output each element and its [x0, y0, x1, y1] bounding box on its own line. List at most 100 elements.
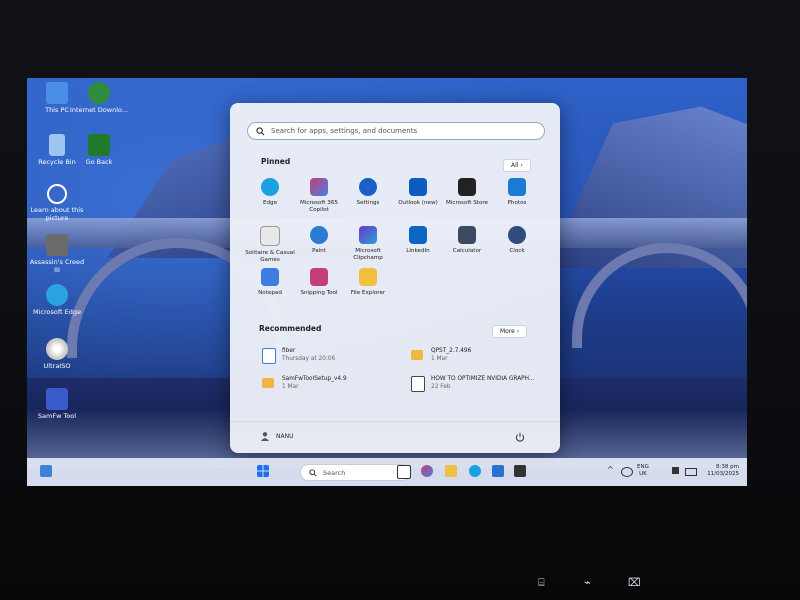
pinned-app-label: File Explorer [350, 290, 386, 296]
assassins-creed-icon [46, 234, 68, 256]
pinned-app-snipping-tool[interactable]: Snipping Tool [294, 268, 344, 297]
battery-icon[interactable] [685, 468, 697, 476]
clock-date[interactable]: 8:38 pm 11/03/2025 [703, 464, 739, 478]
pinned-app-file-explorer[interactable]: File Explorer [343, 268, 393, 297]
photos-icon [508, 178, 526, 196]
file-explorer-icon [359, 268, 377, 286]
keyboard-key-icon: ⌁ [584, 576, 591, 589]
recommended-item[interactable]: QPST_2.7.496 1 Mar [411, 348, 551, 363]
pinned-app-label: Paint [312, 248, 326, 254]
pinned-app-label: Outlook (new) [398, 200, 438, 206]
pinned-app-photos[interactable]: Photos [492, 178, 542, 207]
start-menu-footer: NANU [230, 421, 560, 454]
language-indicator[interactable]: ENG UK [637, 464, 649, 478]
recommended-item-name: QPST_2.7.496 [431, 348, 472, 354]
outlook-icon [409, 178, 427, 196]
pinned-app-store[interactable]: Microsoft Store [442, 178, 492, 207]
pinned-app-linkedin[interactable]: LinkedIn [393, 226, 443, 255]
pinned-app-label: Snipping Tool [300, 290, 338, 296]
linkedin-icon [409, 226, 427, 244]
this-pc-icon [46, 82, 68, 104]
samfw-tool-icon [46, 388, 68, 410]
recommended-item-name: fiber [282, 348, 296, 354]
chevron-up-icon[interactable]: ^ [607, 466, 614, 474]
search-icon [309, 468, 317, 477]
clipchamp-icon [359, 226, 377, 244]
solitaire-icon [260, 226, 280, 246]
start-menu: Search for apps, settings, and documents… [230, 103, 560, 453]
taskbar: Search ^ ENG UK 8:38 pm 11/03/2025 [27, 458, 747, 486]
user-account-button[interactable]: NANU [260, 431, 293, 441]
desktop-icon-microsoft-edge[interactable]: Microsoft Edge [27, 284, 87, 316]
file-explorer-icon[interactable] [445, 465, 457, 477]
pinned-app-label: Microsoft 365 Copilot [300, 200, 338, 213]
recommended-item-time: 1 Mar [431, 355, 448, 362]
pinned-app-label: Clock [509, 248, 525, 254]
recommended-item[interactable]: SamFwToolSetup_v4.9 1 Mar [262, 376, 407, 391]
taskbar-search-input[interactable]: Search [300, 464, 410, 481]
terminal-icon[interactable] [514, 465, 526, 477]
learn-about-picture-icon [47, 184, 67, 204]
all-apps-button[interactable]: All › [503, 159, 531, 172]
clock-time: 8:38 pm [716, 464, 739, 470]
settings-gear-icon [359, 178, 377, 196]
pinned-app-outlook[interactable]: Outlook (new) [393, 178, 443, 207]
edge-icon [46, 284, 68, 306]
pinned-app-label: LinkedIn [406, 248, 430, 254]
calculator-icon [458, 226, 476, 244]
pinned-app-label: Solitaire & Casual Games [245, 250, 295, 263]
recommended-item-name: SamFwToolSetup_v4.9 [282, 376, 347, 382]
pinned-app-label: Settings [356, 200, 380, 206]
desktop-icon-assassins-creed[interactable]: Assassin's Creed III [27, 234, 87, 274]
keyboard-key-icon: ⌧ [628, 576, 641, 589]
recommended-item[interactable]: fiber Thursday at 20:06 [262, 348, 402, 364]
copilot-icon[interactable] [421, 465, 433, 477]
desktop-icon-ultraiso[interactable]: UltraISO [27, 338, 87, 370]
pinned-app-notepad[interactable]: Notepad [245, 268, 295, 297]
pinned-app-clock[interactable]: Clock [492, 226, 542, 255]
pinned-app-edge[interactable]: Edge [245, 178, 295, 207]
desktop-icon-samfw-tool[interactable]: SamFw Tool [27, 388, 87, 420]
document-icon [262, 348, 276, 364]
copilot-icon [310, 178, 328, 196]
pinned-app-paint[interactable]: Paint [294, 226, 344, 255]
pinned-app-label: Notepad [258, 290, 282, 296]
desktop-icon-learn-about-picture[interactable]: Learn about this picture [27, 184, 87, 222]
recommended-item-time: 22 Feb [431, 383, 451, 390]
internet-download-manager-icon [88, 82, 110, 104]
folder-icon [262, 378, 274, 388]
desktop-icon-go-back[interactable]: Go Back [69, 134, 129, 166]
task-view-icon[interactable] [397, 465, 411, 479]
edge-icon[interactable] [469, 465, 481, 477]
pinned-app-settings[interactable]: Settings [343, 178, 393, 207]
pinned-app-copilot[interactable]: Microsoft 365 Copilot [294, 178, 344, 214]
store-icon[interactable] [492, 465, 504, 477]
desktop-icon-label: Assassin's Creed III [29, 258, 85, 274]
desktop-icon-label: SamFw Tool [37, 412, 77, 420]
go-back-icon [88, 134, 110, 156]
desktop-icon-internet-download-manager[interactable]: Internet Downlo... [69, 82, 129, 114]
snipping-tool-icon [310, 268, 328, 286]
paint-icon [310, 226, 328, 244]
start-search-placeholder: Search for apps, settings, and documents [271, 127, 418, 135]
desktop-icon-label: Microsoft Edge [32, 308, 81, 316]
pinned-app-label: Photos [507, 200, 527, 206]
start-icon[interactable] [257, 465, 269, 477]
desktop-icon-label: This PC [45, 106, 69, 114]
recycle-bin-icon [49, 134, 65, 156]
power-icon[interactable] [515, 432, 525, 442]
pinned-app-label: Microsoft Store [445, 200, 489, 206]
volume-icon[interactable] [672, 467, 679, 474]
pinned-app-solitaire[interactable]: Solitaire & Casual Games [245, 226, 295, 264]
clock-date-text: 11/03/2025 [707, 471, 739, 477]
network-icon[interactable] [621, 467, 633, 477]
pinned-app-clipchamp[interactable]: Microsoft Clipchamp [343, 226, 393, 262]
folder-icon [411, 350, 423, 360]
recommended-item[interactable]: HOW TO OPTIMIZE NVIDIA GRAPH... 22 Feb [411, 376, 556, 392]
more-button[interactable]: More › [492, 325, 528, 338]
pinned-app-calculator[interactable]: Calculator [442, 226, 492, 255]
user-avatar-icon [261, 432, 269, 441]
widgets-icon[interactable] [40, 465, 52, 477]
search-icon [256, 126, 265, 135]
start-search-input[interactable]: Search for apps, settings, and documents [247, 122, 545, 140]
